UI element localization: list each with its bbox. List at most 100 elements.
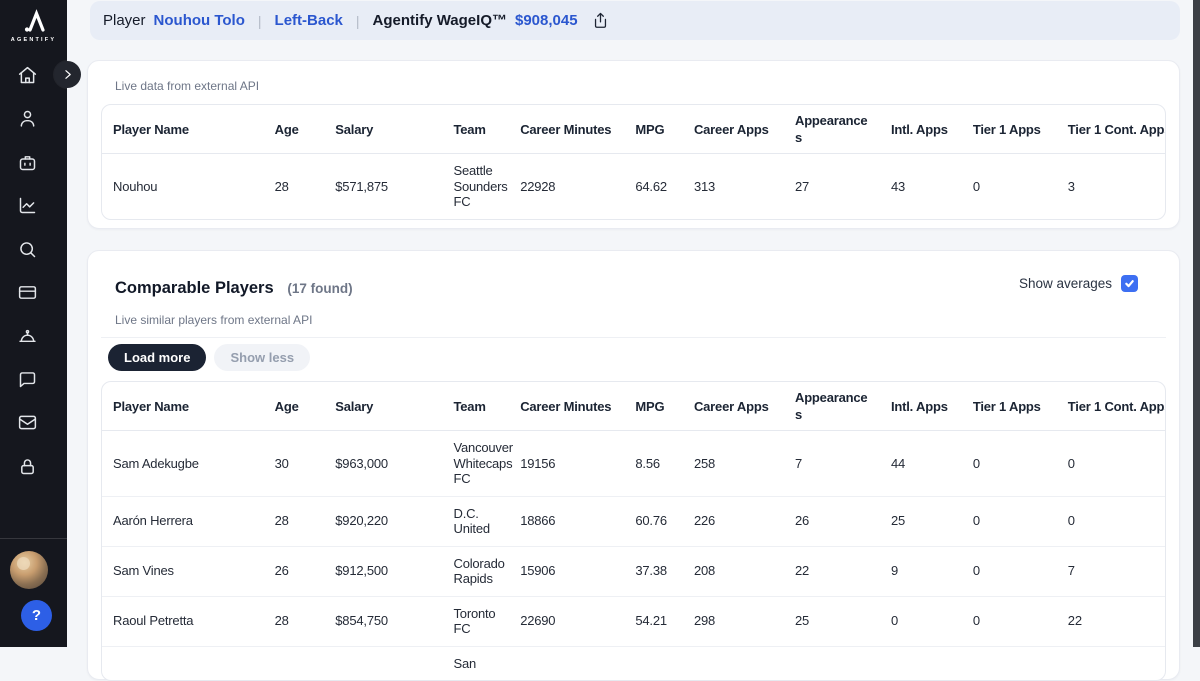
credit-card-icon — [18, 285, 36, 299]
table-cell: $912,500 — [324, 545, 443, 596]
table-cell: Vancouver Whitecaps FC — [453, 440, 514, 486]
main-content: Player Nouhou Tolo | Left-Back | Agentif… — [67, 0, 1200, 681]
sidebar-item-chat[interactable] — [9, 361, 45, 397]
table-cell: 8.56 — [635, 455, 660, 471]
comparable-table-container: Player Name Age Salary Team Career Minutes MP… — [101, 381, 1166, 681]
bot-icon — [19, 155, 35, 170]
player-data-card: Live data from external API Player Name A… — [87, 60, 1180, 229]
load-more-button[interactable]: Load more — [108, 344, 207, 371]
table-cell: $571,875 — [335, 178, 388, 194]
table-cell: 0 — [972, 455, 980, 471]
table-cell: 15906 — [509, 545, 625, 596]
sidebar-item-search[interactable] — [9, 231, 45, 267]
table-cell — [1056, 645, 1165, 680]
column-header: Age — [263, 105, 325, 154]
show-averages-checkbox[interactable] — [1121, 275, 1138, 292]
table-row: Aarón Herrera 28 $920,220 D.C. United 18866 6… — [102, 495, 1165, 546]
checkmark-icon — [1125, 280, 1134, 288]
table-cell: 7 — [1056, 545, 1165, 596]
column-header: Career Minutes — [509, 382, 625, 431]
sidebar-item-inbox[interactable] — [9, 404, 45, 440]
comparable-players-header: Comparable Players (17 found) Show avera… — [115, 251, 1152, 300]
column-header: Intl. Apps — [879, 105, 962, 154]
table-cell: 30 — [274, 455, 289, 471]
column-header: Age — [263, 382, 325, 431]
table-cell: 0 — [972, 178, 980, 194]
table-cell — [102, 645, 264, 680]
sidebar-item-home[interactable] — [9, 57, 45, 93]
table-cell: 26 — [784, 495, 880, 546]
table-cell: 7 — [795, 455, 803, 471]
home-icon — [18, 66, 36, 83]
table-cell — [509, 645, 625, 680]
sidebar-item-billing[interactable] — [9, 274, 45, 310]
table-cell — [263, 645, 325, 680]
table-cell — [961, 645, 1057, 680]
column-header: Appearances — [784, 382, 880, 431]
table-row: San — [102, 645, 1165, 680]
comparable-players-table: Player Name Age Salary Team Career Minutes MP… — [102, 382, 1165, 680]
sidebar-item-analytics[interactable] — [9, 187, 45, 223]
table-cell: 258 — [693, 455, 716, 471]
table-cell: Colorado Rapids — [442, 545, 510, 596]
table-cell: Raoul Petretta — [102, 595, 264, 646]
table-cell: 3 — [1067, 178, 1075, 194]
table-cell: $920,220 — [324, 495, 443, 546]
column-header: Player Name — [102, 382, 264, 431]
question-mark-icon: ? — [31, 607, 42, 624]
table-cell — [624, 645, 683, 680]
help-button[interactable]: ? — [21, 600, 52, 631]
show-averages-label: Show averages — [1018, 276, 1112, 291]
table-cell: 60.76 — [624, 495, 683, 546]
agentify-logo-icon — [24, 9, 45, 32]
wage-iq-label: Agentify WageIQ™ — [372, 12, 507, 29]
sidebar-item-agent[interactable] — [9, 144, 45, 180]
table-cell: 226 — [682, 495, 784, 546]
table-cell: 44 — [890, 455, 906, 471]
table-header-row: Player Name Age Salary Team Career Minutes MP… — [102, 105, 1165, 154]
table-cell: 28 — [274, 178, 289, 194]
table-cell: 26 — [263, 545, 325, 596]
wage-value-link[interactable]: $908,045 — [515, 12, 578, 29]
position-link[interactable]: Left-Back — [275, 12, 343, 29]
table-cell: 27 — [795, 178, 810, 194]
user-avatar[interactable] — [10, 551, 48, 589]
sidebar-collapse-button[interactable] — [54, 61, 81, 88]
sidebar-item-security[interactable] — [9, 448, 45, 484]
user-icon — [20, 110, 34, 127]
vertical-scrollbar[interactable] — [1193, 0, 1200, 647]
table-cell: 18866 — [509, 495, 625, 546]
live-data-subtitle: Live data from external API — [115, 79, 260, 93]
column-header: MPG — [624, 105, 683, 154]
table-cell: 0 — [1056, 495, 1165, 546]
line-chart-icon — [19, 197, 35, 213]
sidebar-item-players[interactable] — [9, 100, 45, 136]
app-logo-text: AGENTIFY — [10, 37, 57, 43]
show-less-button[interactable]: Show less — [214, 344, 311, 371]
column-header: Salary — [324, 105, 443, 154]
table-cell: 19156 — [520, 455, 556, 471]
table-cell: Seattle Sounders FC — [453, 163, 508, 209]
player-name-link[interactable]: Nouhou Tolo — [154, 12, 245, 29]
lock-icon — [20, 458, 34, 474]
column-header: MPG — [624, 382, 683, 431]
table-cell: 0 — [961, 595, 1057, 646]
column-header: Appearances — [784, 105, 880, 154]
table-cell: San — [442, 645, 510, 680]
sidebar: AGENTIFY ? — [0, 0, 67, 647]
table-cell: 298 — [682, 595, 784, 646]
table-row: Sam Vines 26 $912,500 Colorado Rapids 15906 3… — [102, 545, 1165, 596]
column-header: Team — [442, 105, 510, 154]
player-table: Player Name Age Salary Team Career Minutes MP… — [102, 105, 1165, 219]
table-cell: 43 — [890, 178, 906, 194]
column-header: Career Apps — [682, 382, 784, 431]
share-button[interactable] — [592, 12, 609, 29]
table-cell: 22 — [784, 545, 880, 596]
table-actions: Load more Show less — [108, 344, 1166, 371]
mail-icon — [18, 415, 36, 429]
table-cell — [324, 645, 443, 680]
table-cell: 22928 — [520, 178, 556, 194]
table-cell: Nouhou — [113, 178, 158, 194]
table-cell: 0 — [879, 595, 962, 646]
sidebar-item-notifications[interactable] — [9, 318, 45, 354]
